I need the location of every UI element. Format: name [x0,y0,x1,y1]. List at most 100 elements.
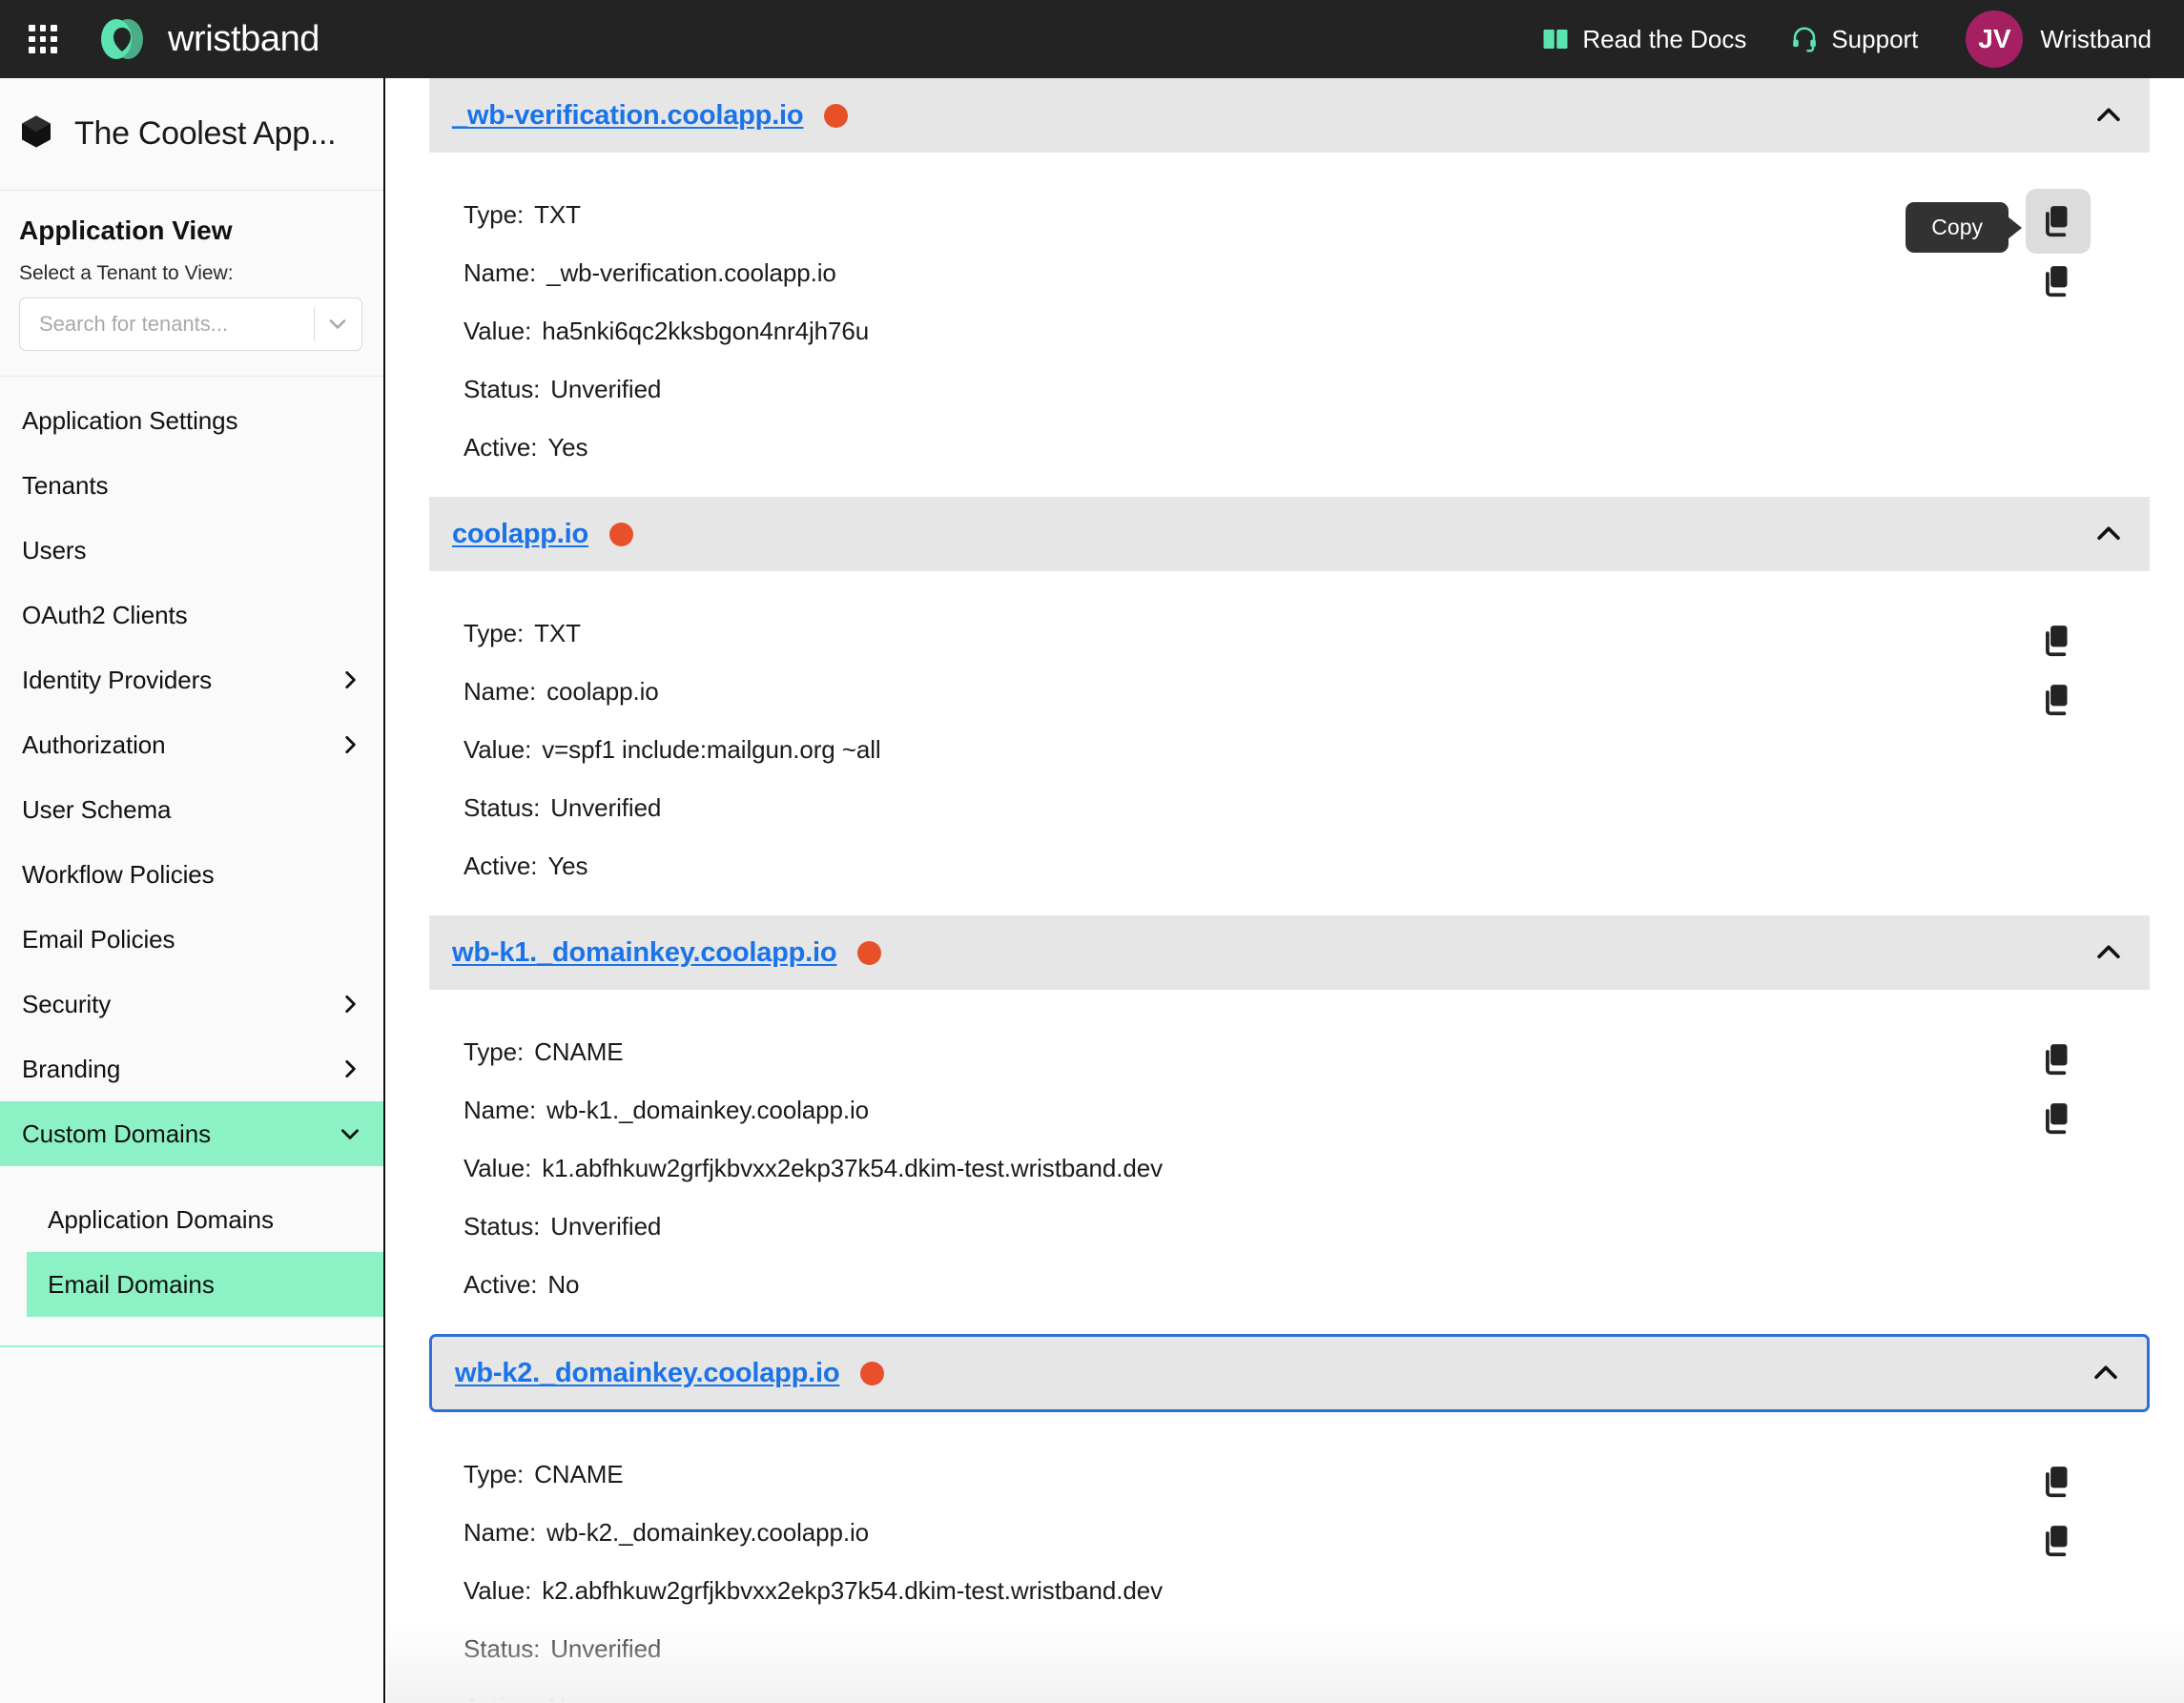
sidebar-item-application-settings[interactable]: Application Settings [0,388,383,453]
main-content: _wb-verification.coolapp.io Type: TXT Na… [387,78,2184,1703]
dns-record-body: Type: CNAME Name: wb-k1._domainkey.coola… [429,990,2150,1334]
chevron-down-icon[interactable] [315,311,361,338]
dns-record-title[interactable]: wb-k2._domainkey.coolapp.io [455,1358,840,1389]
status-dot-icon [609,522,634,546]
chevron-up-icon[interactable] [2092,99,2125,132]
copy-icon [2046,266,2068,298]
dns-record-title[interactable]: _wb-verification.coolapp.io [452,100,804,132]
tenant-search-input[interactable] [20,312,314,337]
copy-value-button[interactable] [2039,1099,2077,1138]
record-status-row: Status: Unverified [429,1197,2150,1255]
record-active-label: Active: [464,1269,538,1299]
dns-record-header[interactable]: wb-k2._domainkey.coolapp.io [429,1334,2150,1412]
dns-record-body: Type: TXT Name: _wb-verification.coolapp… [429,153,2150,497]
copy-value-button[interactable] [2039,262,2077,300]
record-status-label: Status: [464,374,541,403]
chevron-up-icon[interactable] [2092,518,2125,550]
copy-name-button[interactable] [2039,1040,2077,1078]
chevron-up-icon[interactable] [2092,936,2125,969]
sidebar-item-application-domains[interactable]: Application Domains [27,1187,383,1252]
sidebar-item-label: OAuth2 Clients [22,600,188,629]
sidebar-item-security[interactable]: Security [0,972,383,1036]
record-name-value: wb-k2._domainkey.coolapp.io [546,1517,869,1547]
copy-icon [2046,626,2068,657]
sidebar-item-branding[interactable]: Branding [0,1036,383,1101]
book-icon [1541,25,1570,53]
sidebar-item-email-policies[interactable]: Email Policies [0,907,383,972]
status-dot-icon [824,103,849,128]
tenant-select-label: Select a Tenant to View: [19,262,234,284]
sidebar-item-label: Application Settings [22,405,238,435]
record-active-value: Yes [547,432,588,462]
record-name-value: coolapp.io [546,676,659,706]
sidebar-item-custom-domains[interactable]: Custom Domains [0,1101,383,1166]
sidebar-item-oauth2-clients[interactable]: OAuth2 Clients [0,583,383,647]
sidebar-subitem-label: Application Domains [48,1204,275,1234]
record-type-label: Type: [464,1459,525,1488]
apps-grid-icon[interactable] [21,17,65,61]
chevron-right-icon [338,992,362,1016]
record-name-label: Name: [464,1095,537,1124]
record-name-value: wb-k1._domainkey.coolapp.io [546,1095,869,1124]
headset-icon [1790,25,1819,53]
brand-home-link[interactable]: wristband [95,12,319,66]
copy-icon [2046,1044,2068,1076]
dns-record-header[interactable]: _wb-verification.coolapp.io [429,78,2150,153]
record-active-row: Active: Yes [429,418,2150,476]
sidebar-item-label: Workflow Policies [22,859,215,889]
avatar[interactable]: JV [1966,10,2024,68]
sidebar-item-label: Custom Domains [22,1118,211,1148]
sidebar-item-users[interactable]: Users [0,518,383,583]
copy-name-button[interactable] [2039,622,2077,660]
cube-icon [17,113,55,155]
application-title: The Coolest App... [74,115,337,152]
application-selector[interactable]: The Coolest App... [0,78,383,191]
chevron-up-icon[interactable] [2090,1357,2122,1389]
chevron-down-icon [338,1121,362,1146]
wristband-logo-icon [95,12,149,66]
record-value-label: Value: [464,1575,532,1605]
record-value-row: Value: k1.abfhkuw2grfjkbvxx2ekp37k54.dki… [429,1139,2150,1197]
dns-record-panel: wb-k1._domainkey.coolapp.io Type: CNAME … [429,915,2150,1334]
dns-record-panel: _wb-verification.coolapp.io Type: TXT Na… [429,78,2150,497]
record-name-label: Name: [464,257,537,287]
status-dot-icon [860,1361,885,1385]
record-value-label: Value: [464,1153,532,1182]
record-name-label: Name: [464,1517,537,1547]
record-active-label: Active: [464,1694,537,1703]
tenant-select[interactable] [19,298,362,351]
sidebar-item-label: Identity Providers [22,665,213,694]
sidebar-item-email-domains[interactable]: Email Domains [27,1252,383,1317]
sidebar-item-tenants[interactable]: Tenants [0,453,383,518]
dns-record-header[interactable]: wb-k1._domainkey.coolapp.io [429,915,2150,990]
sidebar-item-identity-providers[interactable]: Identity Providers [0,647,383,712]
dns-record-header[interactable]: coolapp.io [429,497,2150,571]
copy-icon [2046,206,2068,237]
record-active-value: Yes [547,851,588,880]
status-dot-icon [857,940,882,965]
sidebar-item-label: Users [22,535,87,564]
record-name-row: Name: wb-k1._domainkey.coolapp.io [429,1080,2150,1139]
sidebar-item-authorization[interactable]: Authorization [0,712,383,777]
sidebar-item-workflow-policies[interactable]: Workflow Policies [0,842,383,907]
record-type-label: Type: [464,618,525,647]
sidebar-item-user-schema[interactable]: User Schema [0,777,383,842]
record-name-label: Name: [464,676,537,706]
record-status-value: Unverified [550,792,662,822]
sidebar-item-label: Branding [22,1054,121,1083]
copy-name-button[interactable] [2026,189,2091,254]
copy-value-button[interactable] [2039,681,2077,719]
copy-value-button[interactable] [2039,1522,2077,1560]
record-type-value: TXT [534,618,581,647]
dns-record-title[interactable]: wb-k1._domainkey.coolapp.io [452,937,837,969]
sidebar: The Coolest App... Application View Sele… [0,78,385,1703]
copy-name-button[interactable] [2039,1463,2077,1501]
support-link[interactable]: Support [1790,25,1918,54]
read-the-docs-link[interactable]: Read the Docs [1541,25,1746,54]
record-type-row: Type: CNAME [429,1445,2150,1503]
dns-record-title[interactable]: coolapp.io [452,519,588,550]
sidebar-item-label: User Schema [22,794,172,824]
record-type-label: Type: [464,199,525,229]
account-name[interactable]: Wristband [2040,25,2152,54]
record-type-label: Type: [464,1036,525,1066]
